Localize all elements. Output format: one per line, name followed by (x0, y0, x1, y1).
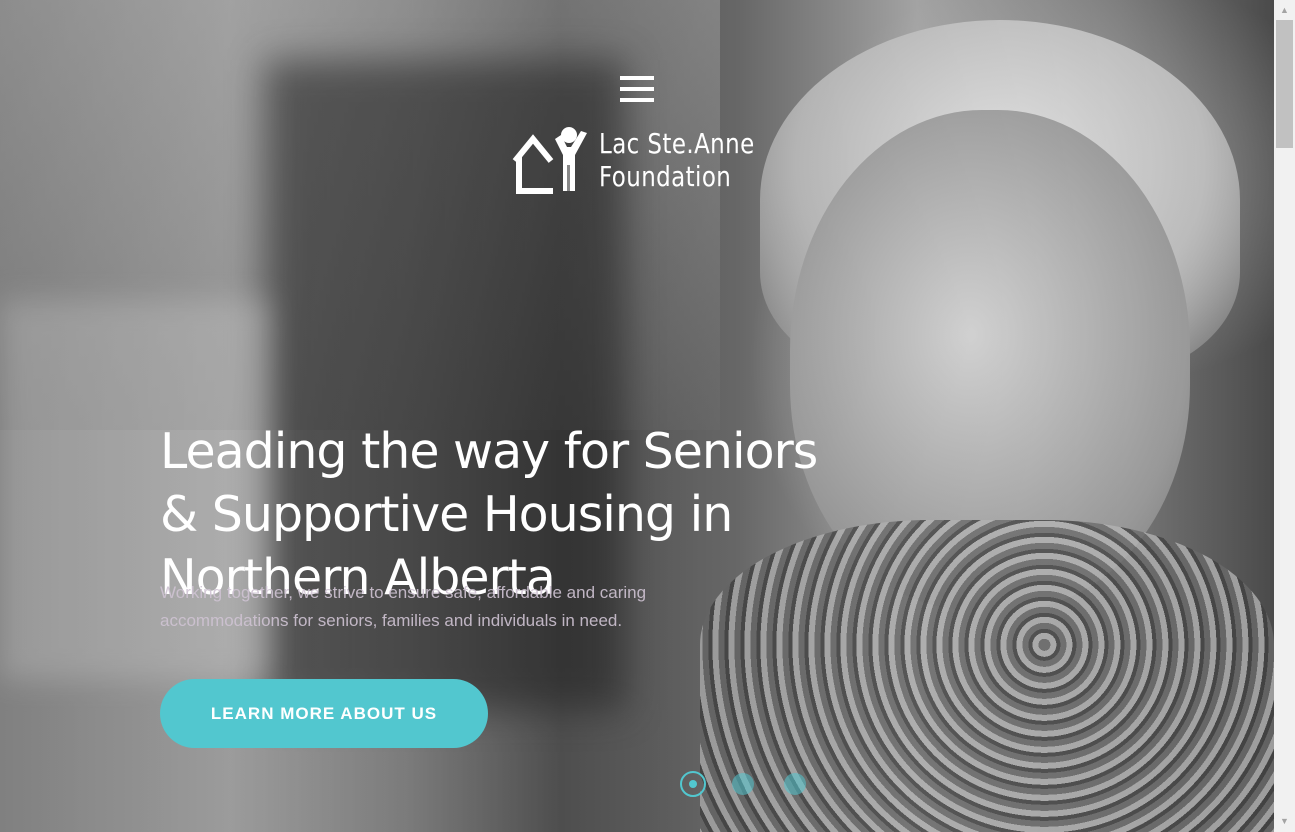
scroll-up-arrow-icon[interactable]: ▲ (1274, 2, 1295, 19)
scroll-down-arrow-icon[interactable]: ▼ (1274, 813, 1295, 830)
logo-text: Lac Ste.Anne Foundation (599, 127, 755, 193)
logo-line-1: Lac Ste.Anne (599, 127, 755, 160)
site-logo[interactable]: Lac Ste.Anne Foundation (511, 125, 761, 197)
learn-more-button[interactable]: LEARN MORE ABOUT US (160, 679, 488, 748)
logo-line-2: Foundation (599, 160, 732, 193)
hamburger-menu-icon[interactable] (620, 76, 654, 106)
vertical-scrollbar[interactable]: ▲ ▼ (1274, 0, 1295, 832)
house-person-logo-icon (512, 127, 587, 194)
slider-dot-3[interactable] (784, 773, 806, 795)
slider-dot-2[interactable] (732, 773, 754, 795)
hero-subtext: Working together, we strive to ensure sa… (160, 583, 647, 630)
slider-dot-1[interactable] (680, 771, 706, 797)
scrollbar-thumb[interactable] (1276, 20, 1293, 148)
